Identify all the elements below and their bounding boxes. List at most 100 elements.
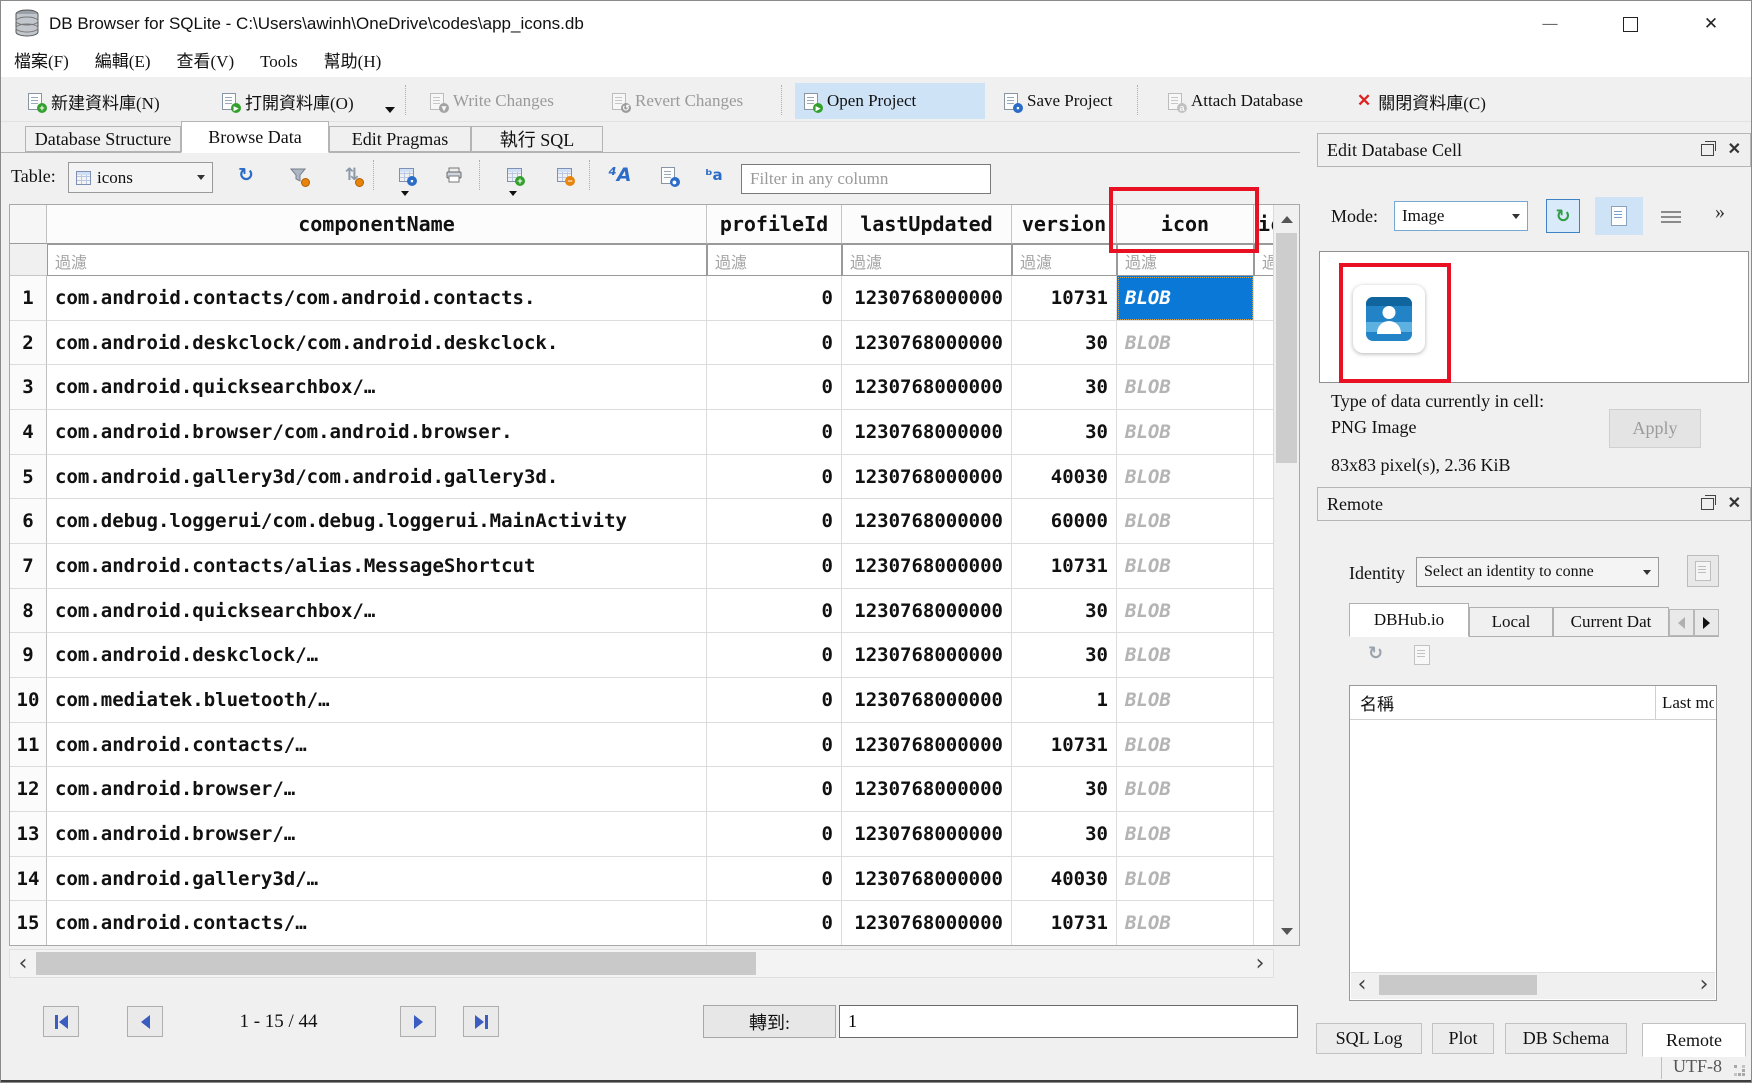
horizontal-scrollbar-thumb[interactable] xyxy=(36,952,756,975)
table-cell-partial[interactable] xyxy=(1254,589,1275,634)
table-cell-version[interactable]: 30 xyxy=(1012,767,1117,812)
table-cell-version[interactable]: 60000 xyxy=(1012,499,1117,544)
tab-execute-sql[interactable]: 執行 SQL xyxy=(471,126,603,152)
table-cell-profileId[interactable]: 0 xyxy=(707,321,842,366)
close-panel-icon[interactable]: ✕ xyxy=(1728,496,1741,512)
table-cell-version[interactable]: 10731 xyxy=(1012,901,1117,946)
table-cell-icon[interactable]: BLOB xyxy=(1117,901,1254,946)
vertical-scrollbar-thumb[interactable] xyxy=(1276,233,1297,463)
table-cell-version[interactable]: 30 xyxy=(1012,589,1117,634)
tab-scroll-right-button[interactable] xyxy=(1694,609,1719,636)
toolbar-overflow-button[interactable]: » xyxy=(1715,201,1725,224)
menu-help[interactable]: 幫助(H) xyxy=(311,47,395,77)
identity-import-button[interactable] xyxy=(1687,555,1719,587)
row-number[interactable]: 5 xyxy=(10,455,47,500)
table-cell-lastUpdated[interactable]: 1230768000000 xyxy=(842,499,1012,544)
float-panel-icon[interactable] xyxy=(1701,498,1714,510)
row-number[interactable]: 1 xyxy=(10,276,47,321)
maximize-button[interactable] xyxy=(1599,1,1661,47)
row-number[interactable]: 4 xyxy=(10,410,47,455)
clear-filters-button[interactable] xyxy=(285,162,311,188)
row-number[interactable]: 3 xyxy=(10,365,47,410)
find-in-cells-button[interactable]: ● xyxy=(655,162,681,188)
table-cell-profileId[interactable]: 0 xyxy=(707,812,842,857)
table-cell-partial[interactable] xyxy=(1254,544,1275,589)
table-cell-icon[interactable]: BLOB xyxy=(1117,321,1254,366)
table-cell-partial[interactable] xyxy=(1254,410,1275,455)
next-page-button[interactable] xyxy=(400,1006,436,1037)
vertical-scrollbar[interactable] xyxy=(1273,205,1299,945)
table-cell-icon[interactable]: BLOB xyxy=(1117,365,1254,410)
table-cell-icon[interactable]: BLOB xyxy=(1117,455,1254,500)
table-cell-profileId[interactable]: 0 xyxy=(707,857,842,902)
table-cell-lastUpdated[interactable]: 1230768000000 xyxy=(842,678,1012,723)
table-cell-componentName[interactable]: com.android.contacts/… xyxy=(47,901,707,946)
bottom-tab-db-schema[interactable]: DB Schema xyxy=(1505,1023,1627,1054)
table-cell-componentName[interactable]: com.debug.loggerui/com.debug.loggerui.Ma… xyxy=(47,499,707,544)
format-font-button[interactable]: ⁴A xyxy=(607,162,633,188)
table-cell-componentName[interactable]: com.mediatek.bluetooth/… xyxy=(47,678,707,723)
bottom-tab-plot[interactable]: Plot xyxy=(1432,1023,1494,1054)
revert-changes-button[interactable]: ↺ Revert Changes xyxy=(603,83,751,119)
table-cell-version[interactable]: 40030 xyxy=(1012,455,1117,500)
scroll-down-button[interactable] xyxy=(1274,917,1299,945)
table-cell-lastUpdated[interactable]: 1230768000000 xyxy=(842,723,1012,768)
table-cell-lastUpdated[interactable]: 1230768000000 xyxy=(842,857,1012,902)
table-cell-profileId[interactable]: 0 xyxy=(707,633,842,678)
menu-tools[interactable]: Tools xyxy=(247,47,311,77)
scroll-right-button[interactable]: › xyxy=(1693,974,1715,996)
table-cell-partial[interactable] xyxy=(1254,633,1275,678)
table-cell-partial[interactable] xyxy=(1254,857,1275,902)
table-cell-profileId[interactable]: 0 xyxy=(707,499,842,544)
table-cell-lastUpdated[interactable]: 1230768000000 xyxy=(842,589,1012,634)
remote-list-header-lastmodified[interactable]: Last mo xyxy=(1662,693,1714,713)
column-header-profileId[interactable]: profileId xyxy=(707,205,842,244)
table-selector[interactable]: icons xyxy=(68,162,213,193)
menu-file[interactable]: 檔案(F) xyxy=(1,47,82,77)
table-cell-version[interactable]: 30 xyxy=(1012,410,1117,455)
table-cell-profileId[interactable]: 0 xyxy=(707,723,842,768)
table-cell-profileId[interactable]: 0 xyxy=(707,276,842,321)
minimize-button[interactable]: — xyxy=(1519,1,1581,47)
table-cell-profileId[interactable]: 0 xyxy=(707,365,842,410)
table-cell-version[interactable]: 30 xyxy=(1012,812,1117,857)
row-number[interactable]: 7 xyxy=(10,544,47,589)
table-cell-lastUpdated[interactable]: 1230768000000 xyxy=(842,410,1012,455)
row-number[interactable]: 14 xyxy=(10,857,47,902)
menu-edit[interactable]: 編輯(E) xyxy=(82,47,164,77)
new-database-button[interactable]: + 新建資料庫(N) xyxy=(19,83,168,119)
goto-record-input[interactable] xyxy=(839,1005,1298,1038)
table-cell-componentName[interactable]: com.android.browser/com.android.browser. xyxy=(47,410,707,455)
remote-list-header-name[interactable]: 名稱 xyxy=(1350,690,1394,715)
apply-button[interactable]: Apply xyxy=(1609,409,1701,448)
row-number[interactable]: 12 xyxy=(10,767,47,812)
scroll-up-button[interactable] xyxy=(1274,205,1299,233)
table-cell-componentName[interactable]: com.android.gallery3d/com.android.galler… xyxy=(47,455,707,500)
table-cell-lastUpdated[interactable]: 1230768000000 xyxy=(842,455,1012,500)
first-page-button[interactable] xyxy=(43,1006,79,1037)
filter-input-profileId[interactable]: 過濾 xyxy=(707,244,842,276)
import-data-button[interactable]: ↻ xyxy=(1546,199,1580,233)
table-cell-lastUpdated[interactable]: 1230768000000 xyxy=(842,901,1012,946)
tab-database-structure[interactable]: Database Structure xyxy=(25,126,181,152)
table-cell-partial[interactable] xyxy=(1254,723,1275,768)
open-project-button[interactable]: ▸ Open Project xyxy=(795,83,985,119)
filter-input-lastUpdated[interactable]: 過濾 xyxy=(842,244,1012,276)
filter-any-column-input[interactable] xyxy=(741,164,991,194)
column-divider[interactable] xyxy=(1655,686,1656,719)
attach-database-button[interactable]: a Attach Database xyxy=(1159,83,1311,119)
table-cell-partial[interactable] xyxy=(1254,812,1275,857)
table-cell-componentName[interactable]: com.android.contacts/com.android.contact… xyxy=(47,276,707,321)
table-cell-partial[interactable] xyxy=(1254,901,1275,946)
refresh-button[interactable]: ↻ xyxy=(233,162,259,188)
table-cell-partial[interactable] xyxy=(1254,365,1275,410)
close-button[interactable]: ✕ xyxy=(1680,1,1742,47)
open-database-button[interactable]: ▸ 打開資料庫(O) xyxy=(213,83,362,119)
table-cell-version[interactable]: 40030 xyxy=(1012,857,1117,902)
table-cell-icon[interactable]: BLOB xyxy=(1117,812,1254,857)
table-cell-version[interactable]: 30 xyxy=(1012,633,1117,678)
remote-tab-dbhub[interactable]: DBHub.io xyxy=(1349,603,1469,637)
filter-input-componentName[interactable]: 過濾 xyxy=(47,244,707,276)
table-cell-componentName[interactable]: com.android.browser/… xyxy=(47,812,707,857)
table-cell-profileId[interactable]: 0 xyxy=(707,678,842,723)
